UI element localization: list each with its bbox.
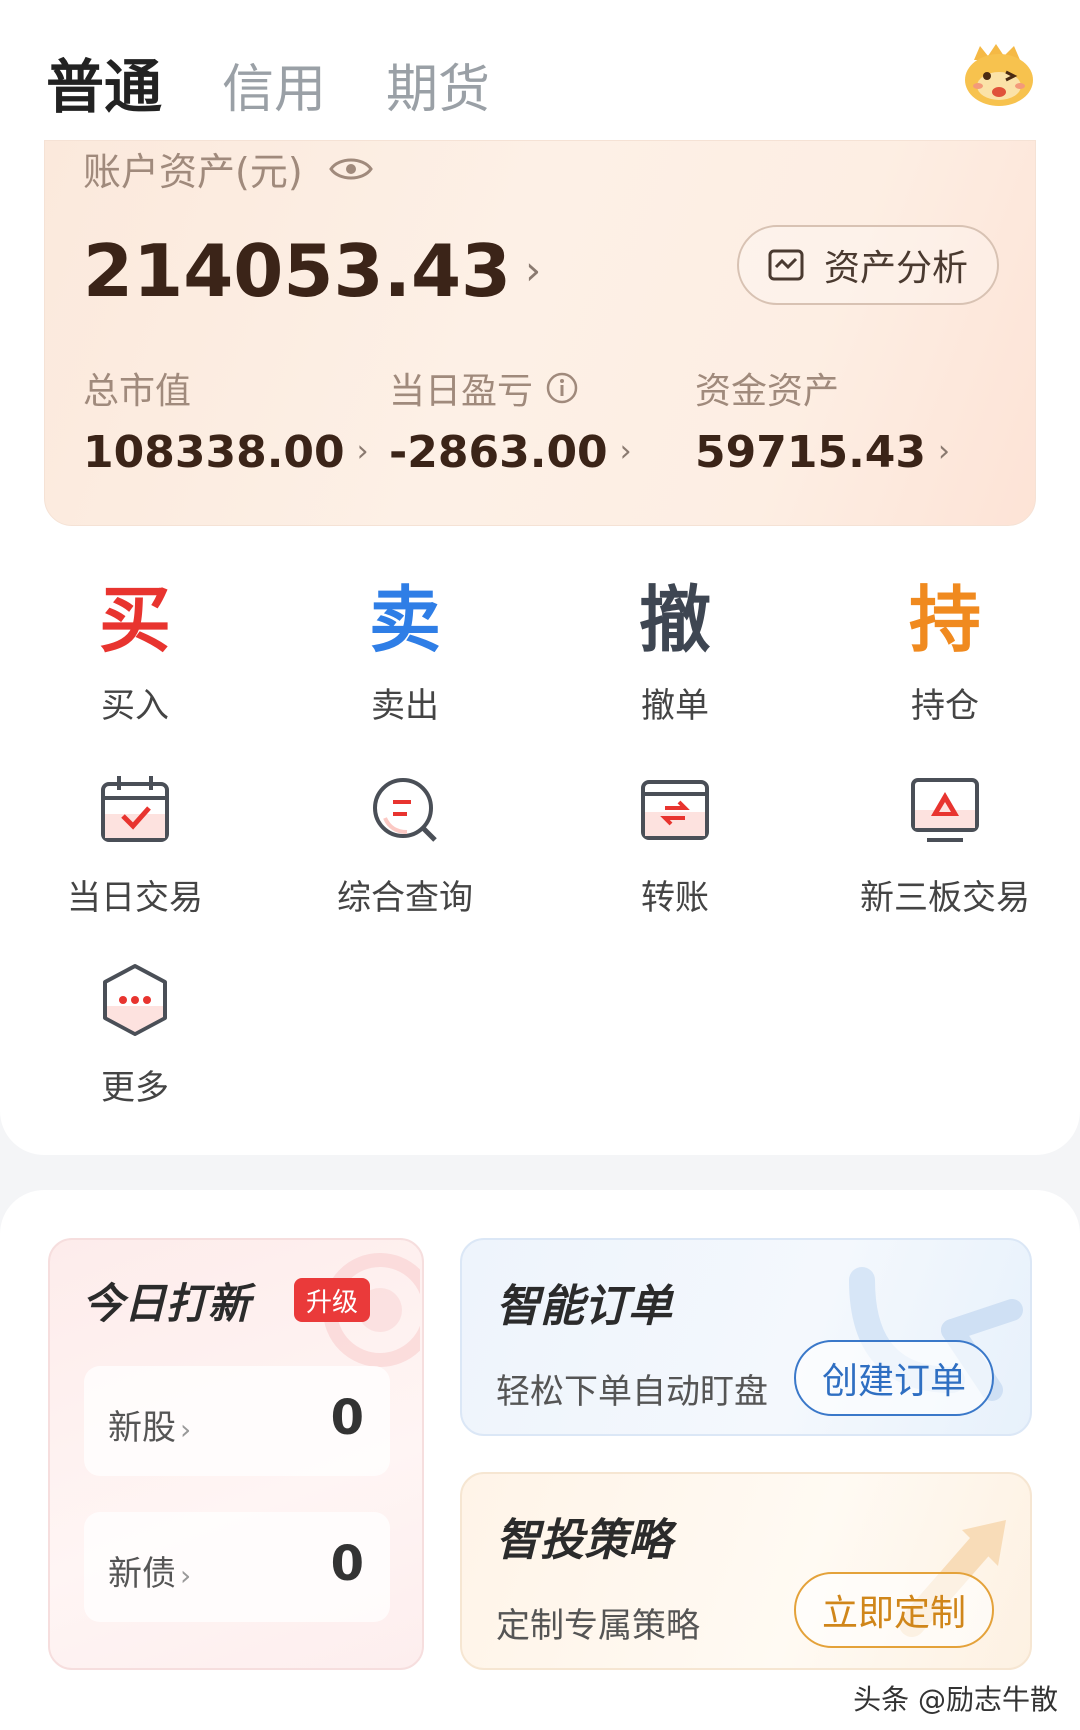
tool-transfer[interactable]: 转账 [555, 772, 795, 919]
ipo-row-label: 新股 [108, 1408, 176, 1448]
buy-glyph-icon: 买 [98, 578, 171, 662]
stat-label: 资金资产 [695, 371, 840, 412]
smart-order-card[interactable]: 智能订单 轻松下单自动盯盘 创建订单 [460, 1238, 1032, 1436]
asset-label: 账户资产(元) [83, 141, 373, 196]
asset-analysis-label: 资产分析 [823, 248, 968, 289]
chevron-right-icon: › [525, 248, 542, 294]
smart-invest-title: 智投策略 [496, 1515, 672, 1566]
stat-value: -2863.00 [389, 427, 608, 478]
positions-glyph-icon: 持 [908, 578, 981, 662]
asset-card: 账户资产(元) 214053.43 › 资产分析 总市值 108338.00 › [44, 140, 1036, 526]
chevron-right-icon: › [180, 1413, 192, 1446]
smart-order-title: 智能订单 [496, 1281, 672, 1332]
sell-button[interactable]: 卖 卖出 [305, 580, 505, 727]
eye-icon[interactable] [328, 155, 373, 183]
mascot-avatar-icon[interactable] [962, 42, 1036, 108]
sell-glyph-icon: 卖 [368, 578, 441, 662]
smart-invest-card[interactable]: 智投策略 定制专属策略 立即定制 [460, 1472, 1032, 1670]
trade-actions: 买 买入 卖 卖出 撤 撤单 持 持仓 [0, 580, 1080, 730]
stat-value: 108338.00 [83, 427, 345, 478]
more-hexagon-icon [103, 964, 167, 1036]
search-list-icon [373, 778, 437, 842]
tab-futures[interactable]: 期货 [386, 47, 490, 122]
asset-label-text: 账户资产(元) [83, 150, 303, 194]
tool-label: 综合查询 [337, 878, 473, 918]
analysis-chart-icon [768, 249, 804, 281]
info-icon[interactable] [545, 371, 579, 405]
ipo-row-label: 新债 [108, 1554, 176, 1594]
positions-label: 持仓 [911, 686, 979, 726]
ipo-row-new-bonds[interactable]: 新债 › 0 [84, 1512, 390, 1622]
tool-label: 当日交易 [67, 878, 203, 918]
cancel-glyph-icon: 撤 [638, 578, 711, 662]
chevron-right-icon: › [619, 434, 632, 469]
top-panel: 普通 信用 期货 账户资产(元) 214053.43 › 资产分析 总市值 10… [0, 0, 1080, 1155]
smart-order-subtitle: 轻松下单自动盯盘 [496, 1372, 768, 1412]
cancel-order-button[interactable]: 撤 撤单 [575, 580, 775, 727]
transfer-card-icon [641, 780, 709, 840]
chevron-right-icon: › [356, 434, 369, 469]
tool-label: 转账 [641, 878, 709, 918]
bottom-panel: 今日打新 升级 新股 › 0 新债 › 0 智能订单 轻松下单自动盯盘 创建订单 智… [0, 1190, 1080, 1730]
asset-analysis-button[interactable]: 资产分析 [737, 225, 999, 305]
tool-neeq-trading[interactable]: 新三板交易 [825, 772, 1065, 919]
tool-daily-trades[interactable]: 当日交易 [15, 772, 255, 919]
ipo-row-value: 0 [330, 1536, 364, 1592]
calendar-check-icon [101, 776, 169, 842]
stat-market-value[interactable]: 总市值 108338.00 › [83, 363, 369, 478]
customize-now-button[interactable]: 立即定制 [794, 1572, 994, 1648]
stat-label: 当日盈亏 [389, 371, 534, 412]
ipo-row-new-stocks[interactable]: 新股 › 0 [84, 1366, 390, 1476]
chevron-right-icon: › [180, 1559, 192, 1592]
smart-invest-subtitle: 定制专属策略 [496, 1606, 700, 1646]
stat-cash-assets[interactable]: 资金资产 59715.43 › [695, 363, 950, 478]
upgrade-badge: 升级 [294, 1278, 371, 1322]
sell-label: 卖出 [371, 686, 439, 726]
tool-comprehensive-query[interactable]: 综合查询 [285, 772, 525, 919]
chevron-right-icon: › [938, 434, 951, 469]
ipo-title: 今日打新 [82, 1279, 251, 1328]
tool-more[interactable]: 更多 [15, 962, 255, 1109]
positions-button[interactable]: 持 持仓 [845, 580, 1045, 727]
asset-total-value: 214053.43 [83, 229, 512, 313]
stat-label: 总市值 [83, 371, 192, 412]
ipo-card[interactable]: 今日打新 升级 新股 › 0 新债 › 0 [48, 1238, 424, 1670]
tab-credit[interactable]: 信用 [222, 47, 326, 122]
buy-button[interactable]: 买 买入 [35, 580, 235, 727]
buy-label: 买入 [101, 686, 169, 726]
tab-normal[interactable]: 普通 [46, 40, 162, 124]
stat-value: 59715.43 [695, 427, 927, 478]
ipo-row-value: 0 [330, 1390, 364, 1446]
tool-label: 更多 [101, 1068, 169, 1108]
asset-stats: 总市值 108338.00 › 当日盈亏 -2863.00 › 资金资产 59715… [83, 363, 1003, 483]
monitor-triangle-icon [911, 778, 979, 842]
watermark-text: 头条 @励志牛散 [853, 1683, 1058, 1716]
cancel-order-label: 撤单 [641, 686, 709, 726]
create-order-button[interactable]: 创建订单 [794, 1340, 994, 1416]
tool-label: 新三板交易 [860, 878, 1030, 918]
account-type-tabs: 普通 信用 期货 [46, 40, 550, 124]
asset-total[interactable]: 214053.43 › [83, 229, 541, 313]
stat-daily-pnl[interactable]: 当日盈亏 -2863.00 › [389, 363, 632, 478]
